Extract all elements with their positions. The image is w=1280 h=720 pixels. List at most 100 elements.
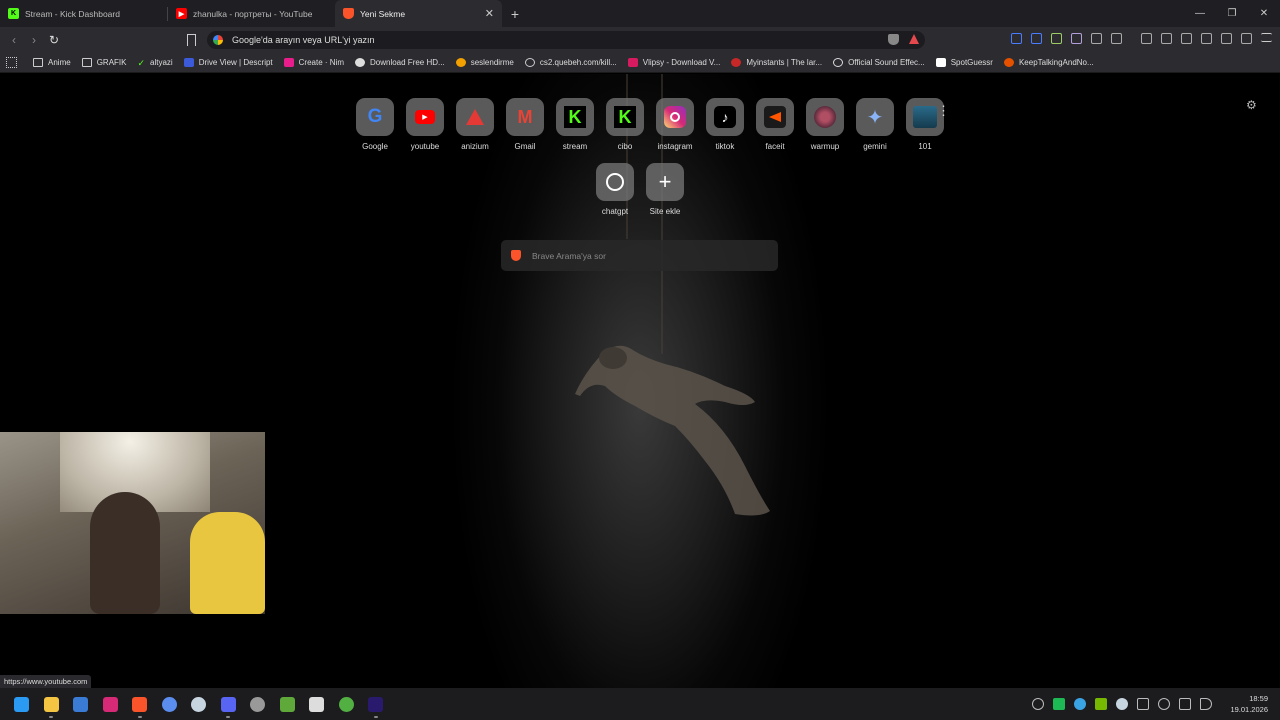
more-options-icon[interactable]: ⋮ <box>937 104 950 117</box>
widgets-icon[interactable] <box>66 688 96 720</box>
clip-icon <box>355 58 365 67</box>
premiere-pro-icon[interactable] <box>361 688 391 720</box>
translate-icon[interactable] <box>1011 33 1022 44</box>
bookmark-myinstants[interactable]: Myinstants | The lar... <box>731 58 822 67</box>
shortcut-gmail[interactable]: M Gmail <box>506 98 544 151</box>
extension-cloud-icon[interactable] <box>1071 33 1082 44</box>
windows-start-icon[interactable] <box>7 688 37 720</box>
plus-icon: + <box>658 169 672 194</box>
shortcut-row: chatgpt + Site ekle <box>596 163 684 216</box>
shortcut-chatgpt[interactable]: chatgpt <box>596 163 634 216</box>
sidebar-icon[interactable] <box>1181 33 1192 44</box>
shortcut-youtube[interactable]: ▶ youtube <box>406 98 444 151</box>
bookmark-ktane[interactable]: KeepTalkingAndNo... <box>1003 58 1094 67</box>
shortcut-label: cibo <box>617 142 633 151</box>
extension-box-icon[interactable] <box>1111 33 1122 44</box>
menu-icon[interactable] <box>1261 33 1272 42</box>
instagram-icon[interactable] <box>96 688 126 720</box>
tray-edge-icon[interactable] <box>1074 698 1086 710</box>
minecraft-icon[interactable] <box>273 688 303 720</box>
extension-leaf-icon[interactable] <box>1051 33 1062 44</box>
nvidia-icon[interactable] <box>1095 698 1107 710</box>
file-explorer-icon[interactable] <box>37 688 67 720</box>
tray-app-icon[interactable] <box>1032 698 1044 710</box>
bookmark-label: SpotGuessr <box>950 58 993 67</box>
screen: K Stream - Kick Dashboard ▶ zhanulka - п… <box>0 0 1280 720</box>
media-icon[interactable] <box>1161 33 1172 44</box>
back-icon[interactable]: ‹ <box>4 33 24 47</box>
shortcut-instagram[interactable]: instagram <box>656 98 694 151</box>
usb-icon[interactable] <box>1137 698 1149 710</box>
shortcut-stream[interactable]: K stream <box>556 98 594 151</box>
shortcut-label: 101 <box>918 142 932 151</box>
tray-green-icon[interactable] <box>1053 698 1065 710</box>
app-badge-icon[interactable] <box>243 688 273 720</box>
minimize-icon[interactable]: — <box>1184 0 1216 27</box>
bookmark-seslendirme[interactable]: seslendirme <box>455 58 514 67</box>
nim-icon <box>283 58 294 67</box>
system-tray <box>1032 688 1212 720</box>
bookmark-cs2-quebeh[interactable]: cs2.quebeh.com/kill... <box>524 58 617 67</box>
bookmark-grafik[interactable]: GRAFIK <box>81 58 127 67</box>
reload-icon[interactable]: ↻ <box>44 33 64 47</box>
faceit-icon <box>764 106 786 128</box>
shortcut-google[interactable]: G Google <box>356 98 394 151</box>
spotguessr-icon <box>935 58 946 67</box>
customize-gear-icon[interactable]: ⚙ <box>1246 98 1257 112</box>
download-icon[interactable] <box>1141 33 1152 44</box>
tab-youtube[interactable]: ▶ zhanulka - портреты - YouTube <box>168 0 335 27</box>
discord-icon[interactable] <box>214 688 244 720</box>
shortcut-gemini[interactable]: ✦ gemini <box>856 98 894 151</box>
epic-games-icon[interactable] <box>302 688 332 720</box>
leo-ai-icon[interactable] <box>1221 33 1232 44</box>
tab-kick-dashboard[interactable]: K Stream - Kick Dashboard <box>0 0 167 27</box>
xbox-icon[interactable] <box>332 688 362 720</box>
bookmark-anime[interactable]: Anime <box>33 58 71 67</box>
tab-new-tab[interactable]: Yeni Sekme ✕ <box>335 0 502 27</box>
shortcut-faceit[interactable]: faceit <box>756 98 794 151</box>
tray-steam-icon[interactable] <box>1116 698 1128 710</box>
extensions-icon[interactable] <box>1091 33 1102 44</box>
brave-shields-icon[interactable] <box>888 34 899 45</box>
bookmark-icon[interactable] <box>187 34 196 46</box>
brave-search-box[interactable]: Brave Arama'ya sor <box>501 240 778 271</box>
close-tab-icon[interactable]: ✕ <box>485 7 494 20</box>
forward-icon[interactable]: › <box>24 33 44 47</box>
vpn-icon[interactable] <box>1241 33 1252 44</box>
new-tab-button[interactable]: + <box>504 6 526 22</box>
bookmark-label: seslendirme <box>470 58 514 67</box>
bookmark-nim[interactable]: Create · Nim <box>283 58 344 67</box>
apps-grid-icon[interactable] <box>6 57 17 68</box>
bookmark-download-free-hd[interactable]: Download Free HD... <box>355 58 445 67</box>
clock[interactable]: 18:59 19.01.2026 <box>1220 693 1268 715</box>
bookmark-vlipsy[interactable]: Vlipsy - Download V... <box>627 58 720 67</box>
bookmark-spotguessr[interactable]: SpotGuessr <box>935 58 993 67</box>
search-placeholder: Brave Arama'ya sor <box>532 250 606 261</box>
network-icon[interactable] <box>1179 698 1191 710</box>
bookmark-altyazi[interactable]: ✓ altyazi <box>137 58 172 68</box>
webcam-person <box>90 492 160 614</box>
translate-page-icon[interactable] <box>1031 33 1042 44</box>
steam-icon[interactable] <box>184 688 214 720</box>
add-site-button[interactable]: + Site ekle <box>646 163 684 216</box>
close-window-icon[interactable]: ✕ <box>1248 0 1280 27</box>
webcam-overlay <box>0 432 265 614</box>
restore-icon[interactable]: ❐ <box>1216 0 1248 27</box>
bookmark-label: Download Free HD... <box>370 58 445 67</box>
microphone-icon[interactable] <box>1158 698 1170 710</box>
app-blue-icon[interactable] <box>155 688 185 720</box>
brave-rewards-icon[interactable] <box>909 34 919 44</box>
shortcut-cibo[interactable]: K cibo <box>606 98 644 151</box>
shortcut-anizium[interactable]: anizium <box>456 98 494 151</box>
bookmark-official-sound[interactable]: Official Sound Effec... <box>833 58 925 67</box>
ktane-icon <box>1003 58 1014 67</box>
shortcut-tiktok[interactable]: ♪ tiktok <box>706 98 744 151</box>
bookmark-label: GRAFIK <box>96 58 127 67</box>
shortcut-warmup[interactable]: warmup <box>806 98 844 151</box>
volume-icon[interactable] <box>1200 698 1212 710</box>
bookmark-descript[interactable]: Drive View | Descript <box>183 58 273 67</box>
google-icon: G <box>367 106 383 127</box>
address-bar[interactable]: Google'da arayın veya URL'yi yazın <box>207 31 925 49</box>
brave-icon[interactable] <box>125 688 155 720</box>
wallet-icon[interactable] <box>1201 33 1212 44</box>
